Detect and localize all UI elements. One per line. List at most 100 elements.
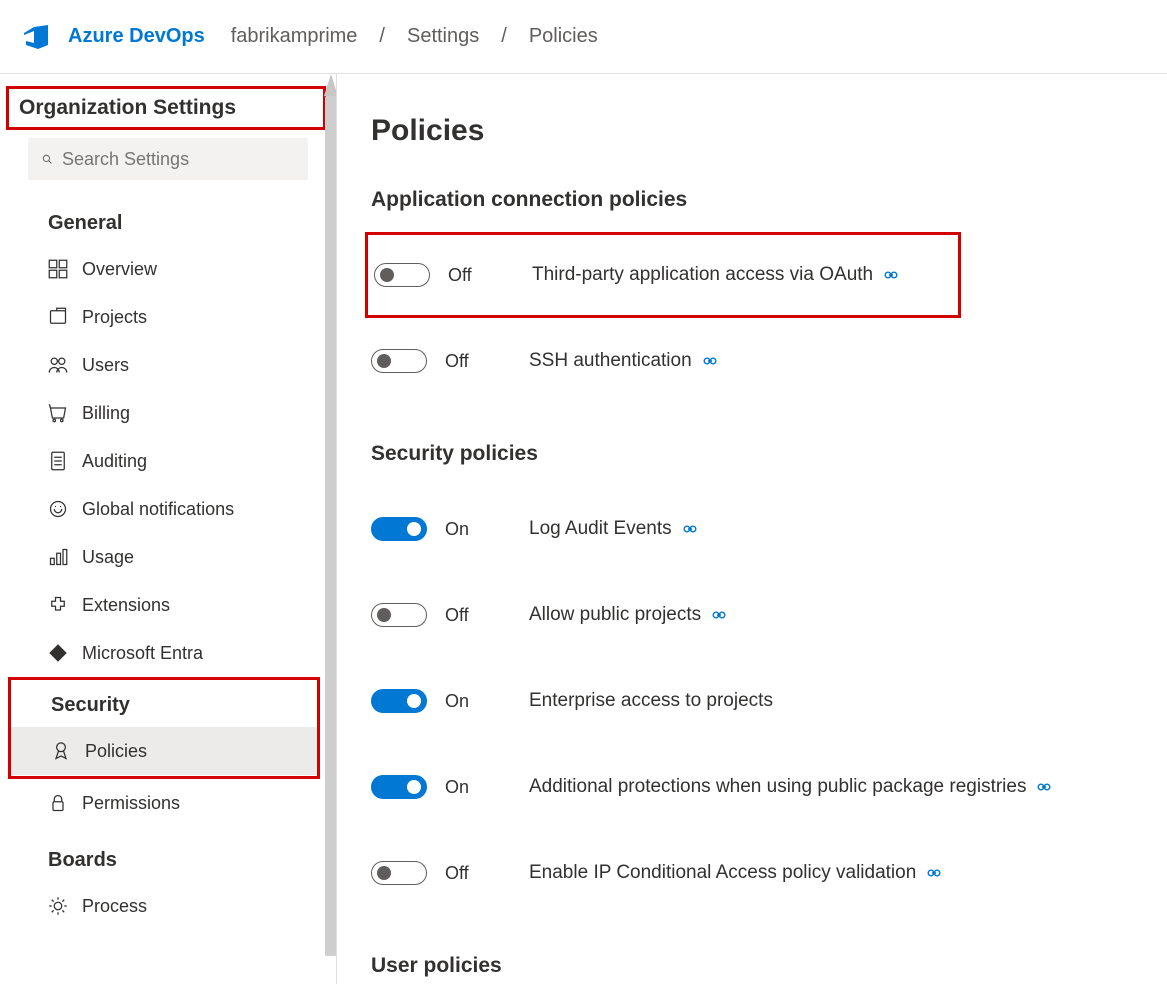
sidebar-item-label: Process: [82, 896, 147, 917]
users-icon: [48, 355, 68, 375]
sidebar-item-label: Global notifications: [82, 499, 234, 520]
policy-label: Enable IP Conditional Access policy vali…: [529, 862, 942, 884]
breadcrumb-settings[interactable]: Settings: [407, 25, 479, 48]
policy-toggle[interactable]: [371, 775, 427, 799]
topbar: Azure DevOps fabrikamprime / Settings / …: [0, 0, 1167, 74]
sidebar-section-security: Security: [11, 680, 317, 727]
sidebar-item-label: Projects: [82, 307, 147, 328]
sidebar-item-label: Usage: [82, 547, 134, 568]
policy-toggle[interactable]: [371, 349, 427, 373]
policy-section: Security policiesOnLog Audit EventsOffAl…: [371, 442, 1167, 916]
main-content: Policies Application connection policies…: [337, 74, 1167, 984]
sidebar-item-label: Overview: [82, 259, 157, 280]
sidebar-item-permissions[interactable]: Permissions: [0, 779, 336, 827]
sidebar-item-label: Permissions: [82, 793, 180, 814]
sidebar-item-overview[interactable]: Overview: [0, 245, 336, 293]
breadcrumb-current: Policies: [529, 25, 598, 48]
sidebar-item-extensions[interactable]: Extensions: [0, 581, 336, 629]
sidebar-section-security-highlight: Security Policies: [8, 677, 320, 779]
toggle-state-label: On: [427, 777, 529, 798]
sidebar-item-usage[interactable]: Usage: [0, 533, 336, 581]
usage-icon: [48, 547, 68, 567]
policy-toggle[interactable]: [371, 689, 427, 713]
sidebar-item-label: Auditing: [82, 451, 147, 472]
section-heading: Application connection policies: [371, 188, 1167, 212]
toggle-state-label: On: [427, 691, 529, 712]
breadcrumb-org[interactable]: fabrikamprime: [231, 25, 358, 48]
entra-icon: [48, 643, 68, 663]
external-link-icon[interactable]: [711, 607, 727, 623]
sidebar-item-notifications[interactable]: Global notifications: [0, 485, 336, 533]
policy-label: SSH authentication: [529, 350, 718, 372]
toggle-knob-icon: [407, 780, 421, 794]
toggle-knob-icon: [377, 354, 391, 368]
search-icon: [42, 150, 52, 168]
search-settings[interactable]: [28, 138, 308, 180]
toggle-knob-icon: [377, 866, 391, 880]
policy-row: OnEnterprise access to projects: [371, 658, 1167, 744]
notifications-icon: [48, 499, 68, 519]
external-link-icon[interactable]: [1036, 779, 1052, 795]
org-settings-title: Organization Settings: [19, 96, 313, 120]
sidebar-item-policies[interactable]: Policies: [11, 727, 317, 775]
sidebar-item-entra[interactable]: Microsoft Entra: [0, 629, 336, 677]
policy-label: Allow public projects: [529, 604, 727, 626]
projects-icon: [48, 307, 68, 327]
policy-label: Enterprise access to projects: [529, 690, 773, 712]
sidebar-item-process[interactable]: Process: [0, 882, 336, 930]
sidebar-item-label: Billing: [82, 403, 130, 424]
policy-row: OffThird-party application access via OA…: [365, 232, 961, 318]
brand-link[interactable]: Azure DevOps: [68, 25, 205, 48]
permissions-icon: [48, 793, 68, 813]
toggle-state-label: Off: [430, 265, 532, 286]
search-input[interactable]: [62, 149, 294, 170]
sidebar-item-label: Microsoft Entra: [82, 643, 203, 664]
sidebar-item-label: Extensions: [82, 595, 170, 616]
policy-label: Third-party application access via OAuth: [532, 264, 899, 286]
auditing-icon: [48, 451, 68, 471]
azure-devops-logo-icon: [20, 21, 52, 53]
breadcrumb-separator: /: [379, 25, 385, 48]
page-title: Policies: [371, 114, 1167, 148]
policy-toggle[interactable]: [371, 517, 427, 541]
scrollbar-track[interactable]: [325, 96, 337, 956]
breadcrumb-separator: /: [501, 25, 507, 48]
sidebar-item-billing[interactable]: Billing: [0, 389, 336, 437]
sidebar-item-projects[interactable]: Projects: [0, 293, 336, 341]
billing-icon: [48, 403, 68, 423]
toggle-knob-icon: [407, 522, 421, 536]
sidebar: Organization Settings General Overview P…: [0, 74, 337, 984]
external-link-icon[interactable]: [883, 267, 899, 283]
toggle-knob-icon: [377, 608, 391, 622]
toggle-state-label: Off: [427, 863, 529, 884]
org-settings-title-highlight: Organization Settings: [6, 86, 326, 130]
policy-label: Log Audit Events: [529, 518, 698, 540]
section-heading: Security policies: [371, 442, 1167, 466]
toggle-state-label: Off: [427, 605, 529, 626]
external-link-icon[interactable]: [702, 353, 718, 369]
sidebar-section-general: General: [0, 190, 336, 245]
policy-row: OffAllow public projects: [371, 572, 1167, 658]
external-link-icon[interactable]: [682, 521, 698, 537]
toggle-knob-icon: [380, 268, 394, 282]
sidebar-item-label: Users: [82, 355, 129, 376]
policy-toggle[interactable]: [374, 263, 430, 287]
sidebar-item-users[interactable]: Users: [0, 341, 336, 389]
policy-label: Additional protections when using public…: [529, 776, 1052, 798]
policy-toggle[interactable]: [371, 861, 427, 885]
toggle-state-label: Off: [427, 351, 529, 372]
scroll-up-arrow-icon[interactable]: [324, 74, 337, 96]
policies-icon: [51, 741, 71, 761]
sidebar-section-boards: Boards: [0, 827, 336, 882]
toggle-state-label: On: [427, 519, 529, 540]
policy-row: OnLog Audit Events: [371, 486, 1167, 572]
sidebar-item-auditing[interactable]: Auditing: [0, 437, 336, 485]
policy-toggle[interactable]: [371, 603, 427, 627]
extensions-icon: [48, 595, 68, 615]
toggle-knob-icon: [407, 694, 421, 708]
section-heading: User policies: [371, 954, 1167, 978]
process-icon: [48, 896, 68, 916]
policy-row: OnAdditional protections when using publ…: [371, 744, 1167, 830]
policy-section: Application connection policiesOffThird-…: [371, 188, 1167, 404]
external-link-icon[interactable]: [926, 865, 942, 881]
